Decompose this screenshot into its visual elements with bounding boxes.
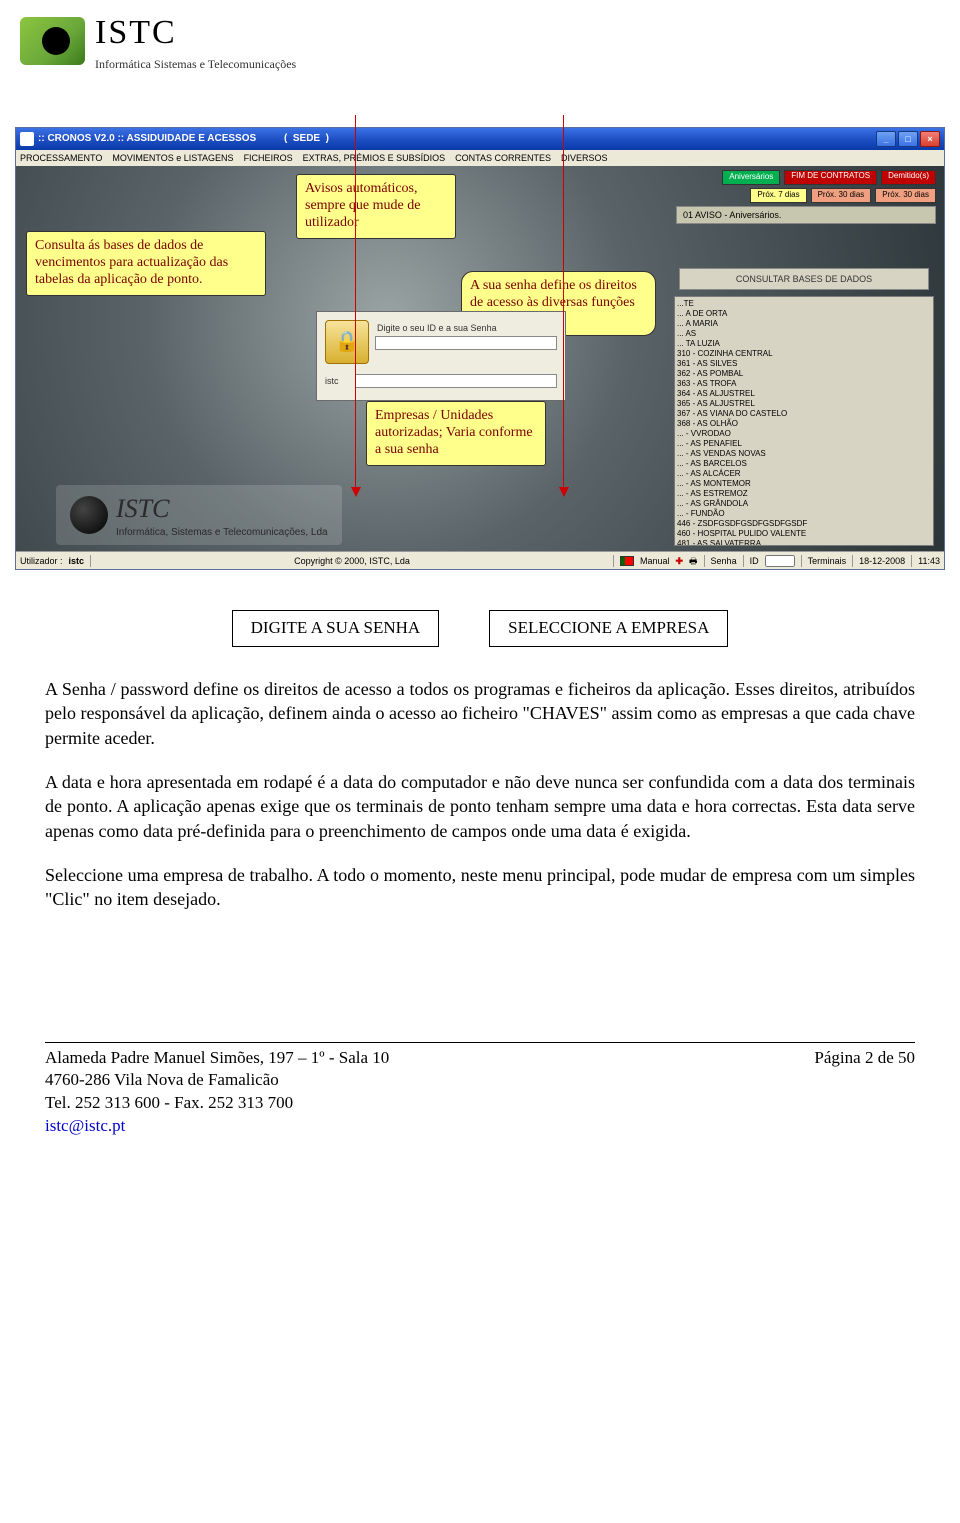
brand-panel: ISTC Informática, Sistemas e Telecomunic… <box>56 485 342 546</box>
company-list-item[interactable]: 310 - COZINHA CENTRAL <box>677 349 931 359</box>
brand-dot-icon <box>70 496 108 534</box>
status-id-input[interactable] <box>765 555 795 567</box>
status-user-label: Utilizador : <box>20 555 63 567</box>
minimize-button[interactable]: _ <box>876 131 896 147</box>
login-password-input[interactable] <box>355 374 557 388</box>
status-badges: Aniversários FIM DE CONTRATOS Demitido(s… <box>676 170 936 224</box>
arrow-senha <box>355 115 356 495</box>
footer: Alameda Padre Manuel Simões, 197 – 1º - … <box>45 1042 915 1139</box>
consultar-button[interactable]: CONSULTAR BASES DE DADOS <box>679 268 929 290</box>
menu-item[interactable]: MOVIMENTOS e LISTAGENS <box>112 152 233 164</box>
brand-name: ISTC <box>95 10 296 56</box>
status-terminais[interactable]: Terminais <box>808 555 847 567</box>
status-user: istc <box>69 555 85 567</box>
badge-prox7: Próx. 7 dias <box>750 188 806 203</box>
status-date: 18-12-2008 <box>859 555 905 567</box>
company-list-item[interactable]: 460 - HOSPITAL PULIDO VALENTE <box>677 529 931 539</box>
label-boxes: DIGITE A SUA SENHA SELECCIONE A EMPRESA <box>15 610 945 647</box>
login-prompt: Digite o seu ID e a sua Senha <box>375 320 557 336</box>
brand-subtitle: Informática Sistemas e Telecomunicações <box>95 56 296 72</box>
company-list-item[interactable]: ... - VVRODAO <box>677 429 931 439</box>
company-list-item[interactable]: 364 - AS ALJUSTREL <box>677 389 931 399</box>
menu-item[interactable]: PROCESSAMENTO <box>20 152 102 164</box>
window-title: :: CRONOS V2.0 :: ASSIDUIDADE E ACESSOS … <box>38 132 876 146</box>
paragraph: Seleccione uma empresa de trabalho. A to… <box>45 863 915 912</box>
company-list-item[interactable]: ... - AS VENDAS NOVAS <box>677 449 931 459</box>
company-list-item[interactable]: ... - AS PENAFIEL <box>677 439 931 449</box>
status-id-label: ID <box>750 555 759 567</box>
company-list-item[interactable]: ... A MARIA <box>677 319 931 329</box>
badge-prox30b: Próx. 30 dias <box>875 188 936 203</box>
menu-item[interactable]: FICHEIROS <box>244 152 293 164</box>
company-list-item[interactable]: 363 - AS TROFA <box>677 379 931 389</box>
paragraph: A data e hora apresentada em rodapé é a … <box>45 770 915 843</box>
app-window: :: CRONOS V2.0 :: ASSIDUIDADE E ACESSOS … <box>15 127 945 570</box>
status-bar: Utilizador : istc Copyright © 2000, ISTC… <box>16 551 944 569</box>
status-manual[interactable]: Manual <box>640 555 670 567</box>
company-list-item[interactable]: ... - AS ALCÁCER <box>677 469 931 479</box>
company-list-item[interactable]: 368 - AS OLHÃO <box>677 419 931 429</box>
login-dialog: 🔒 Digite o seu ID e a sua Senha istc <box>316 311 566 401</box>
login-id-input[interactable] <box>375 336 557 350</box>
flag-icon <box>620 556 634 566</box>
footer-phone: Tel. 252 313 600 - Fax. 252 313 700 <box>45 1092 389 1115</box>
company-list-item[interactable]: ... TA LUZIA <box>677 339 931 349</box>
company-list-item[interactable]: ... - AS ESTREMOZ <box>677 489 931 499</box>
company-list-item[interactable]: ... AS <box>677 329 931 339</box>
status-senha[interactable]: Senha <box>711 555 737 567</box>
aviso-line: 01 AVISO - Aniversários. <box>676 206 936 224</box>
callout-empresas: Empresas / Unidades autorizadas; Varia c… <box>366 401 546 465</box>
status-time: 11:43 <box>918 555 940 567</box>
company-list-item[interactable]: 367 - AS VIANA DO CASTELO <box>677 409 931 419</box>
doc-header: ISTC Informática Sistemas e Telecomunica… <box>0 0 960 127</box>
callout-consulta: Consulta ás bases de dados de vencimento… <box>26 231 266 295</box>
window-buttons: _ □ × <box>876 131 940 147</box>
label-seleccione-empresa: SELECCIONE A EMPRESA <box>489 610 728 647</box>
company-list-item[interactable]: ... - AS GRÂNDOLA <box>677 499 931 509</box>
close-button[interactable]: × <box>920 131 940 147</box>
company-list-item[interactable]: 365 - AS ALJUSTREL <box>677 399 931 409</box>
lock-icon: 🔒 <box>325 320 369 364</box>
menu-item[interactable]: DIVERSOS <box>561 152 608 164</box>
company-list-item[interactable]: ... - FUNDÃO <box>677 509 931 519</box>
brand-inside-sub: Informática, Sistemas e Telecomunicações… <box>116 526 328 540</box>
logo-icon <box>20 17 85 65</box>
logo-text: ISTC Informática Sistemas e Telecomunica… <box>95 10 296 72</box>
callout-avisos: Avisos automáticos, sempre que mude de u… <box>296 174 456 238</box>
close-icon <box>20 132 34 146</box>
menu-item[interactable]: CONTAS CORRENTES <box>455 152 551 164</box>
paragraph: A Senha / password define os direitos de… <box>45 677 915 750</box>
label-digite-senha: DIGITE A SUA SENHA <box>232 610 440 647</box>
footer-email-link[interactable]: istc@istc.pt <box>45 1116 125 1135</box>
company-list-item[interactable]: ... A DE ORTA <box>677 309 931 319</box>
company-list-item[interactable]: 361 - AS SILVES <box>677 359 931 369</box>
page-number: Página 2 de 50 <box>814 1047 915 1070</box>
status-copyright: Copyright © 2000, ISTC, Lda <box>97 555 607 567</box>
badge-prox30a: Próx. 30 dias <box>811 188 872 203</box>
footer-address-2: 4760-286 Vila Nova de Famalicão <box>45 1069 389 1092</box>
badge-fim-contratos[interactable]: FIM DE CONTRATOS <box>784 170 877 185</box>
printer-icon[interactable]: 🖶 <box>689 555 698 567</box>
logo: ISTC Informática Sistemas e Telecomunica… <box>20 10 296 72</box>
company-list-item[interactable]: ... - AS MONTEMOR <box>677 479 931 489</box>
footer-address-1: Alameda Padre Manuel Simões, 197 – 1º - … <box>45 1047 389 1070</box>
plus-icon: ✚ <box>676 555 684 567</box>
menubar: PROCESSAMENTO MOVIMENTOS e LISTAGENS FIC… <box>16 150 944 166</box>
badge-demitidos[interactable]: Demitido(s) <box>881 170 936 185</box>
company-list[interactable]: ...TE... A DE ORTA... A MARIA... AS... T… <box>674 296 934 546</box>
company-list-item[interactable]: ... - AS BARCELOS <box>677 459 931 469</box>
login-user-label: istc <box>325 375 351 387</box>
body-text: A Senha / password define os direitos de… <box>0 677 960 911</box>
brand-inside-name: ISTC <box>116 491 328 526</box>
arrow-empresa <box>563 115 564 495</box>
maximize-button[interactable]: □ <box>898 131 918 147</box>
titlebar: :: CRONOS V2.0 :: ASSIDUIDADE E ACESSOS … <box>16 128 944 150</box>
badge-aniversarios[interactable]: Aniversários <box>722 170 780 185</box>
app-body: Aniversários FIM DE CONTRATOS Demitido(s… <box>16 166 944 551</box>
company-list-item[interactable]: ...TE <box>677 299 931 309</box>
menu-item[interactable]: EXTRAS, PRÉMIOS E SUBSÍDIOS <box>303 152 446 164</box>
company-list-item[interactable]: 481 - AS SALVATERRA <box>677 539 931 546</box>
company-list-item[interactable]: 446 - ZSDFGSDFGSDFGSDFGSDF <box>677 519 931 529</box>
company-list-item[interactable]: 362 - AS POMBAL <box>677 369 931 379</box>
